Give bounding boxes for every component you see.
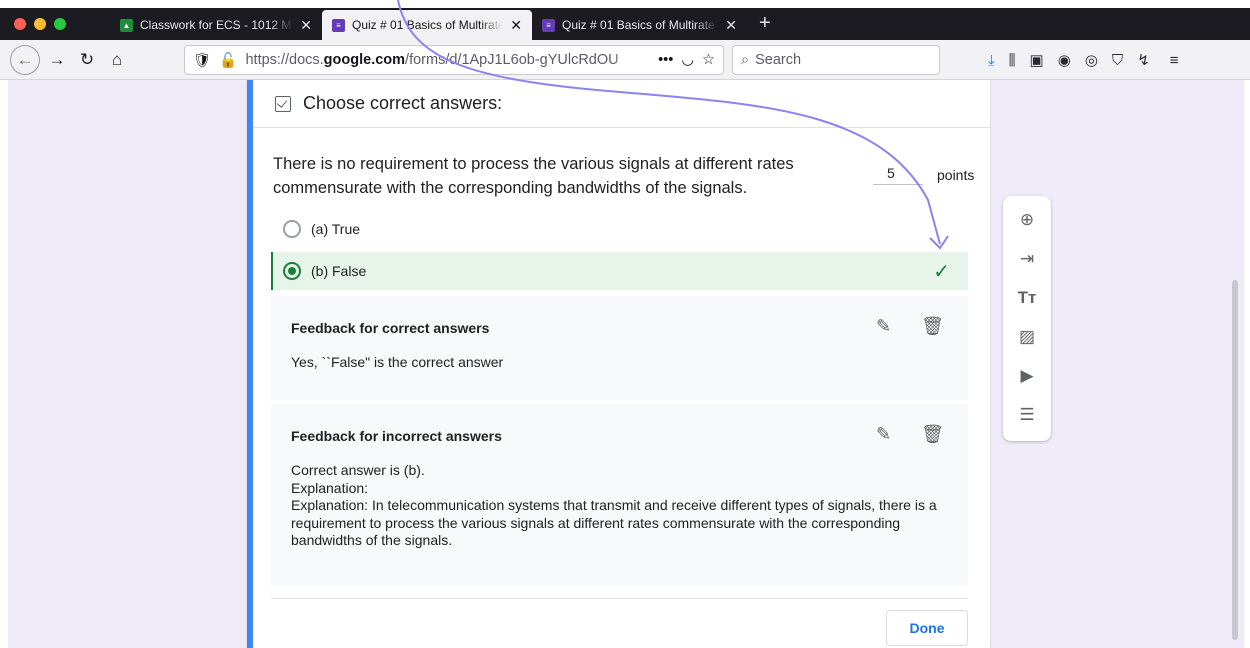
form-page: Choose correct answers: There is no requ… [8,80,1244,648]
minimize-window-button[interactable] [34,18,46,30]
floating-toolbar: ⊕ ⇥ Tт ▨ ▶ ☰ [1003,196,1051,441]
close-tab-icon[interactable]: ✕ [300,17,312,34]
download-icon[interactable]: ⤓ [988,52,995,69]
delete-trash-icon[interactable]: 🗑 [921,316,944,337]
tab-label: Classwork for ECS - 1012 MT20 [140,18,293,32]
points-input[interactable]: 5 [873,165,923,185]
feedback-incorrect-panel: Feedback for incorrect answers ✎ 🗑 Corre… [271,404,968,586]
url-domain: google.com [323,52,406,68]
close-window-button[interactable] [14,18,26,30]
close-tab-icon[interactable]: ✕ [510,17,522,34]
done-button[interactable]: Done [886,610,968,646]
feedback-incorrect-title: Feedback for incorrect answers [291,428,502,444]
feedback-correct-panel: Feedback for correct answers ✎ 🗑 Yes, ``… [271,296,968,400]
reload-icon[interactable]: ↻ [74,47,100,73]
search-placeholder: Search [755,52,802,68]
add-title-icon[interactable]: Tт [1015,286,1039,310]
add-video-icon[interactable]: ▶ [1015,364,1039,388]
forward-arrow-icon[interactable]: → [44,47,70,73]
tab-quiz-active[interactable]: ≡ Quiz # 01 Basics of Multirate Sy ✕ [322,10,532,40]
tab-quiz-2[interactable]: ≡ Quiz # 01 Basics of Multirate Sy ✕ [532,10,747,40]
divider [271,598,968,599]
add-section-icon[interactable]: ☰ [1015,403,1039,427]
search-icon: ⌕ [741,52,750,68]
cast-icon[interactable]: ↯ [1137,51,1150,69]
question-text: There is no requirement to process the v… [273,155,794,197]
checkbox-icon [275,95,291,112]
radio-button-selected[interactable] [283,262,301,280]
add-question-icon[interactable]: ⊕ [1015,208,1039,232]
page-actions-icon[interactable]: ••• [658,52,673,68]
close-tab-icon[interactable]: ✕ [725,17,737,34]
option-label: (a) True [311,221,361,237]
window-controls [0,18,110,40]
tab-label: Quiz # 01 Basics of Multirate Sy [562,18,719,32]
option-label: (b) False [311,263,367,279]
library-icon[interactable]: ⫼ [1009,52,1016,69]
add-image-icon[interactable]: ▨ [1015,325,1039,349]
question-card: Choose correct answers: There is no requ… [247,80,990,648]
vpn-shield-icon[interactable]: ⛉ [1112,52,1123,69]
feedback-line: Explanation: In telecommunication system… [291,497,937,548]
nav-bar: ← → ↻ ⌂ 🛡 🔓 https://docs.google.com/form… [0,40,1250,80]
section-title: Choose correct answers: [303,93,503,113]
maximize-window-button[interactable] [54,18,66,30]
url-text: https://docs.google.com/forms/d/1ApJ1L6o… [245,52,650,68]
feedback-incorrect-body: Correct answer is (b). Explanation: Expl… [291,462,951,550]
classroom-icon: ▲ [120,18,133,32]
option-true[interactable]: (a) True [271,210,968,248]
option-false-selected[interactable]: (b) False ✓ [271,252,968,290]
url-prefix: https://docs. [245,52,324,68]
section-header: Choose correct answers: [253,80,990,128]
back-arrow-icon[interactable]: ← [10,44,40,75]
account-icon[interactable]: ◉ [1058,51,1071,69]
radio-button[interactable] [283,220,301,238]
shield-icon[interactable]: 🛡 [193,52,211,69]
forms-icon: ≡ [332,18,345,32]
url-suffix: /forms/d/1ApJ1L6ob-gYUlcRdOU [405,52,619,68]
home-icon[interactable]: ⌂ [104,47,130,73]
top-banner [0,0,1250,8]
edit-pencil-icon[interactable]: ✎ [876,316,891,337]
feedback-correct-body: Yes, ``False" is the correct answer [291,354,504,370]
import-questions-icon[interactable]: ⇥ [1015,247,1039,271]
correct-check-icon: ✓ [933,260,950,283]
bookmark-star-icon[interactable]: ☆ [702,52,715,68]
tab-classwork[interactable]: ▲ Classwork for ECS - 1012 MT20 ✕ [110,10,322,40]
extension-icon[interactable]: ◎ [1085,51,1098,69]
edit-pencil-icon[interactable]: ✎ [876,424,891,445]
search-input[interactable]: ⌕ Search [732,45,940,75]
points-field: 5 points [873,165,974,185]
new-tab-button[interactable]: + [747,12,783,40]
feedback-line: Explanation: [291,479,369,496]
tab-bar: ▲ Classwork for ECS - 1012 MT20 ✕ ≡ Quiz… [0,8,1250,40]
lock-warning-icon[interactable]: 🔓 [219,52,237,69]
delete-trash-icon[interactable]: 🗑 [921,424,944,445]
points-label: points [937,167,975,183]
pocket-icon[interactable]: ◡ [681,52,694,68]
scrollbar[interactable] [1232,280,1238,640]
toolbar-icons: ⤓ ⫼ ▣ ◉ ◎ ⛉ ↯ ≡ [988,40,1179,80]
sidebar-icon[interactable]: ▣ [1030,51,1044,69]
url-bar[interactable]: 🛡 🔓 https://docs.google.com/forms/d/1ApJ… [184,45,724,75]
tab-label: Quiz # 01 Basics of Multirate Sy [352,18,504,32]
forms-icon: ≡ [542,18,555,32]
feedback-line: Correct answer is (b). [291,462,425,478]
feedback-correct-title: Feedback for correct answers [291,320,490,336]
menu-icon[interactable]: ≡ [1170,52,1179,69]
